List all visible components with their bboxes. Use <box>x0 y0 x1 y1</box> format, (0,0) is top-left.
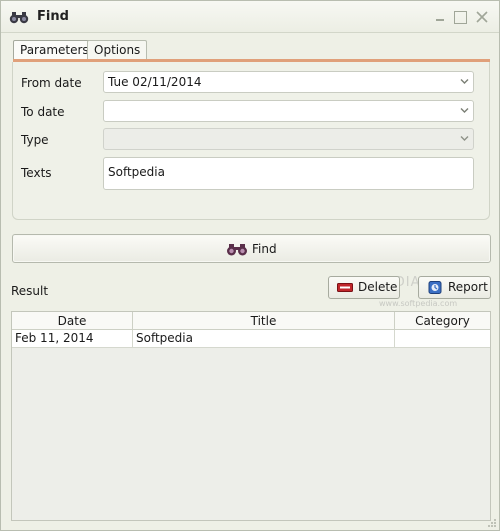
from-date-label: From date <box>21 76 82 90</box>
column-header-date[interactable]: Date <box>12 312 133 330</box>
chevron-down-icon[interactable] <box>460 135 469 142</box>
binoculars-icon <box>9 12 29 24</box>
column-header-title[interactable]: Title <box>133 312 395 330</box>
table-row[interactable]: Feb 11, 2014 Softpedia <box>12 330 490 348</box>
report-icon <box>428 281 442 294</box>
delete-icon <box>337 283 353 292</box>
tab-options[interactable]: Options <box>87 40 148 60</box>
delete-button-label: Delete <box>358 280 398 294</box>
maximize-icon[interactable] <box>453 10 467 24</box>
texts-label: Texts <box>21 166 52 180</box>
type-label: Type <box>21 133 49 147</box>
chevron-down-icon[interactable] <box>460 107 469 114</box>
window-title: Find <box>37 9 69 24</box>
title-bar[interactable]: Find <box>1 1 499 33</box>
type-select[interactable] <box>103 128 474 150</box>
watermark-url: www.softpedia.com <box>379 299 458 308</box>
column-header-category[interactable]: Category <box>395 312 490 330</box>
from-date-picker[interactable]: Tue 02/11/2014 <box>103 71 474 93</box>
table-header: Date Title Category <box>12 312 490 330</box>
result-label: Result <box>11 284 49 298</box>
cell-category <box>395 330 490 348</box>
to-date-picker[interactable] <box>103 100 474 122</box>
delete-button[interactable]: Delete <box>328 276 400 299</box>
binoculars-icon <box>227 244 247 256</box>
cell-title: Softpedia <box>133 330 395 348</box>
tab-parameters[interactable]: Parameters <box>13 40 96 60</box>
to-date-label: To date <box>21 105 65 119</box>
texts-input[interactable]: Softpedia <box>103 157 474 190</box>
cell-date: Feb 11, 2014 <box>12 330 133 348</box>
resize-grip-icon[interactable] <box>485 516 497 528</box>
minimize-icon[interactable] <box>433 10 447 24</box>
report-button-label: Report <box>448 280 488 294</box>
close-icon[interactable] <box>475 10 489 24</box>
from-date-value: Tue 02/11/2014 <box>108 75 202 89</box>
result-table[interactable]: Date Title Category Feb 11, 2014 Softped… <box>11 311 491 521</box>
find-window: Find Parameters Options From date Tue 02… <box>0 0 500 531</box>
chevron-down-icon[interactable] <box>460 78 469 85</box>
find-button-label: Find <box>252 242 277 256</box>
report-button[interactable]: Report <box>418 276 491 299</box>
find-button[interactable]: Find <box>12 234 491 263</box>
